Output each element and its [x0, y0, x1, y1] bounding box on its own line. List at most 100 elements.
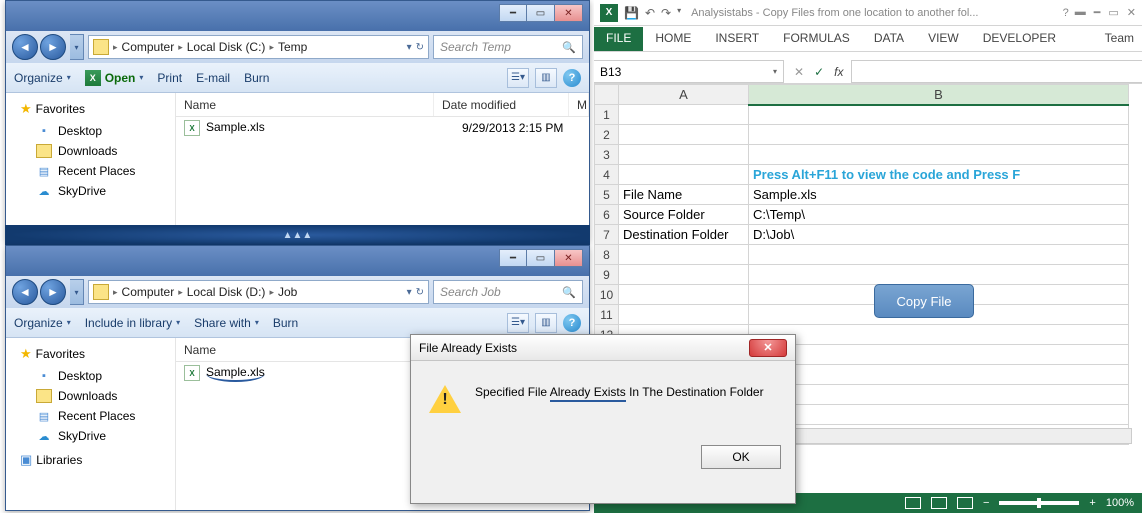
select-all-corner[interactable] [595, 85, 619, 105]
column-name[interactable]: Name [176, 93, 434, 116]
favorites-header[interactable]: ★Favorites [10, 344, 171, 366]
maximize-button[interactable]: ▭ [527, 249, 555, 267]
search-input[interactable]: Search Job 🔍 [433, 280, 583, 304]
undo-icon[interactable]: ↶ [645, 6, 655, 20]
close-button[interactable]: ✕ [1127, 6, 1136, 19]
row-header[interactable]: 8 [595, 245, 619, 265]
tab-team[interactable]: Team [1093, 27, 1142, 51]
tab-data[interactable]: DATA [862, 27, 916, 51]
burn-button[interactable]: Burn [244, 71, 269, 85]
organize-menu[interactable]: Organize▾ [14, 316, 71, 330]
cell[interactable]: Source Folder [619, 205, 749, 225]
minimize-button[interactable]: ━ [499, 4, 527, 22]
minimize-button[interactable]: ━ [1094, 6, 1101, 19]
back-button[interactable]: ◄ [12, 279, 38, 305]
history-dropdown[interactable]: ▾ [70, 34, 84, 60]
page-break-view-icon[interactable] [957, 497, 973, 509]
forward-button[interactable]: ► [40, 279, 66, 305]
tab-view[interactable]: VIEW [916, 27, 971, 51]
cell[interactable] [619, 265, 749, 285]
cell[interactable] [749, 245, 1129, 265]
name-box[interactable]: B13▾ [594, 60, 784, 83]
row-header[interactable]: 7 [595, 225, 619, 245]
redo-icon[interactable]: ↷ [661, 6, 671, 20]
organize-menu[interactable]: Organize▾ [14, 71, 71, 85]
libraries-header[interactable]: ▣Libraries [10, 446, 171, 470]
zoom-level[interactable]: 100% [1106, 497, 1134, 509]
row-header[interactable]: 2 [595, 125, 619, 145]
maximize-button[interactable]: ▭ [1108, 6, 1118, 19]
cell[interactable] [749, 325, 1129, 345]
cell[interactable]: Sample.xls [749, 185, 1129, 205]
row-header[interactable]: 4 [595, 165, 619, 185]
cell[interactable] [749, 405, 1129, 425]
maximize-button[interactable]: ▭ [527, 4, 555, 22]
nav-recent[interactable]: ▤Recent Places [10, 161, 171, 181]
cell[interactable]: File Name [619, 185, 749, 205]
normal-view-icon[interactable] [905, 497, 921, 509]
history-dropdown[interactable]: ▾ [70, 279, 84, 305]
fx-icon[interactable]: fx [834, 65, 843, 79]
save-icon[interactable]: 💾 [624, 6, 639, 20]
cell[interactable] [619, 145, 749, 165]
crumb[interactable]: Temp [274, 40, 311, 54]
crumb[interactable]: Local Disk (C:) [183, 40, 270, 54]
favorites-header[interactable]: ★Favorites [10, 99, 171, 121]
zoom-out-button[interactable]: − [983, 497, 989, 509]
row-header[interactable]: 1 [595, 105, 619, 125]
refresh-icon[interactable]: ↻ [416, 42, 424, 53]
cell[interactable] [619, 305, 749, 325]
nav-downloads[interactable]: Downloads [10, 386, 171, 406]
row-header[interactable]: 9 [595, 265, 619, 285]
row-header[interactable]: 3 [595, 145, 619, 165]
dropdown-icon[interactable]: ▾ [407, 287, 412, 298]
dropdown-icon[interactable]: ▾ [407, 42, 412, 53]
email-button[interactable]: E-mail [196, 71, 230, 85]
crumb[interactable]: Job [274, 285, 301, 299]
close-button[interactable]: ✕ [555, 249, 583, 267]
row-header[interactable]: 5 [595, 185, 619, 205]
crumb[interactable]: Local Disk (D:) [183, 285, 270, 299]
cell[interactable] [619, 125, 749, 145]
cell[interactable] [619, 285, 749, 305]
ok-button[interactable]: OK [701, 445, 781, 469]
search-input[interactable]: Search Temp 🔍 [433, 35, 583, 59]
column-type[interactable]: M [569, 93, 589, 116]
row-header[interactable]: 6 [595, 205, 619, 225]
qat-dropdown-icon[interactable]: ▾ [677, 6, 681, 20]
view-options-button[interactable]: ☰▾ [507, 68, 529, 88]
help-icon[interactable]: ? [1063, 7, 1069, 19]
titlebar[interactable]: ━ ▭ ✕ [6, 1, 589, 31]
cell[interactable] [749, 125, 1129, 145]
dialog-titlebar[interactable]: File Already Exists ✕ [411, 335, 795, 361]
cell[interactable]: C:\Temp\ [749, 205, 1129, 225]
cell[interactable] [749, 265, 1129, 285]
share-menu[interactable]: Share with▾ [194, 316, 259, 330]
cell[interactable] [749, 145, 1129, 165]
ribbon-options-icon[interactable]: ▬ [1075, 6, 1086, 19]
cell[interactable] [619, 105, 749, 125]
column-header-b[interactable]: B [749, 85, 1129, 105]
help-button[interactable]: ? [563, 314, 581, 332]
back-button[interactable]: ◄ [12, 34, 38, 60]
copy-file-button[interactable]: Copy File [874, 284, 974, 318]
tab-file[interactable]: FILE [594, 27, 643, 51]
row-header[interactable]: 11 [595, 305, 619, 325]
cell[interactable] [749, 365, 1129, 385]
page-layout-view-icon[interactable] [931, 497, 947, 509]
chevron-down-icon[interactable]: ▾ [773, 67, 777, 76]
cell[interactable]: Press Alt+F11 to view the code and Press… [749, 165, 1129, 185]
preview-pane-button[interactable]: ▥ [535, 68, 557, 88]
enter-icon[interactable]: ✓ [814, 65, 824, 79]
tab-formulas[interactable]: FORMULAS [771, 27, 862, 51]
refresh-icon[interactable]: ↻ [416, 287, 424, 298]
cancel-icon[interactable]: ✕ [794, 65, 804, 79]
cell[interactable] [619, 165, 749, 185]
tab-home[interactable]: HOME [643, 27, 703, 51]
zoom-slider[interactable] [999, 501, 1079, 505]
tab-developer[interactable]: DEVELOPER [971, 27, 1068, 51]
cell[interactable] [619, 245, 749, 265]
forward-button[interactable]: ► [40, 34, 66, 60]
titlebar[interactable]: ━ ▭ ✕ [6, 246, 589, 276]
column-header-a[interactable]: A [619, 85, 749, 105]
